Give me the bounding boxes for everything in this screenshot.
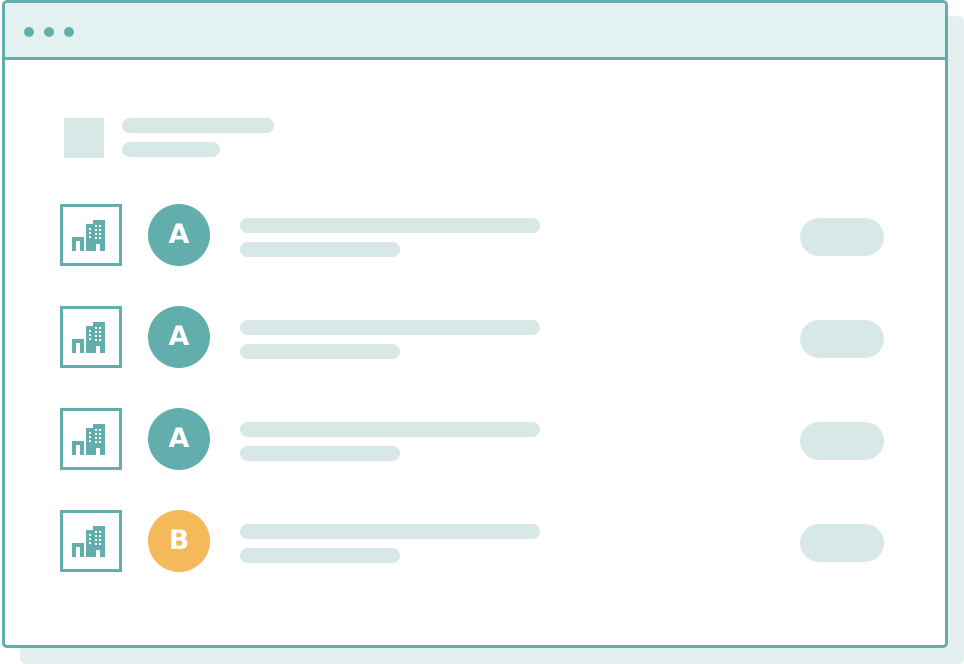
list-item-action-button[interactable] (800, 218, 884, 256)
list-item-subtitle-placeholder (240, 446, 400, 461)
list-item-title-placeholder (240, 422, 540, 437)
avatar: A (148, 408, 210, 470)
header-subtitle-placeholder (122, 142, 220, 157)
avatar: A (148, 204, 210, 266)
list-item[interactable]: A (5, 204, 945, 266)
list-item[interactable]: B (5, 510, 945, 572)
list-item-action-button[interactable] (800, 320, 884, 358)
list-item-action-button[interactable] (800, 524, 884, 562)
list-item-title-placeholder (240, 218, 540, 233)
list-item-action-button[interactable] (800, 422, 884, 460)
title-bar (5, 3, 945, 60)
list-item-subtitle-placeholder (240, 548, 400, 563)
building-icon (60, 204, 122, 266)
header-title-placeholder (122, 118, 274, 133)
building-icon (60, 306, 122, 368)
list-item-title-placeholder (240, 320, 540, 335)
list-item-title-placeholder (240, 524, 540, 539)
list-item-subtitle-placeholder (240, 242, 400, 257)
building-icon (60, 408, 122, 470)
app-window: A A A B (2, 0, 948, 648)
header-image-placeholder-icon (64, 118, 104, 158)
window-control-dot-2[interactable] (44, 27, 54, 37)
window-control-dot-3[interactable] (64, 27, 74, 37)
building-icon (60, 510, 122, 572)
window-control-dot-1[interactable] (24, 27, 34, 37)
avatar: A (148, 306, 210, 368)
avatar: B (148, 510, 210, 572)
list-item[interactable]: A (5, 408, 945, 470)
list-item[interactable]: A (5, 306, 945, 368)
list-item-subtitle-placeholder (240, 344, 400, 359)
